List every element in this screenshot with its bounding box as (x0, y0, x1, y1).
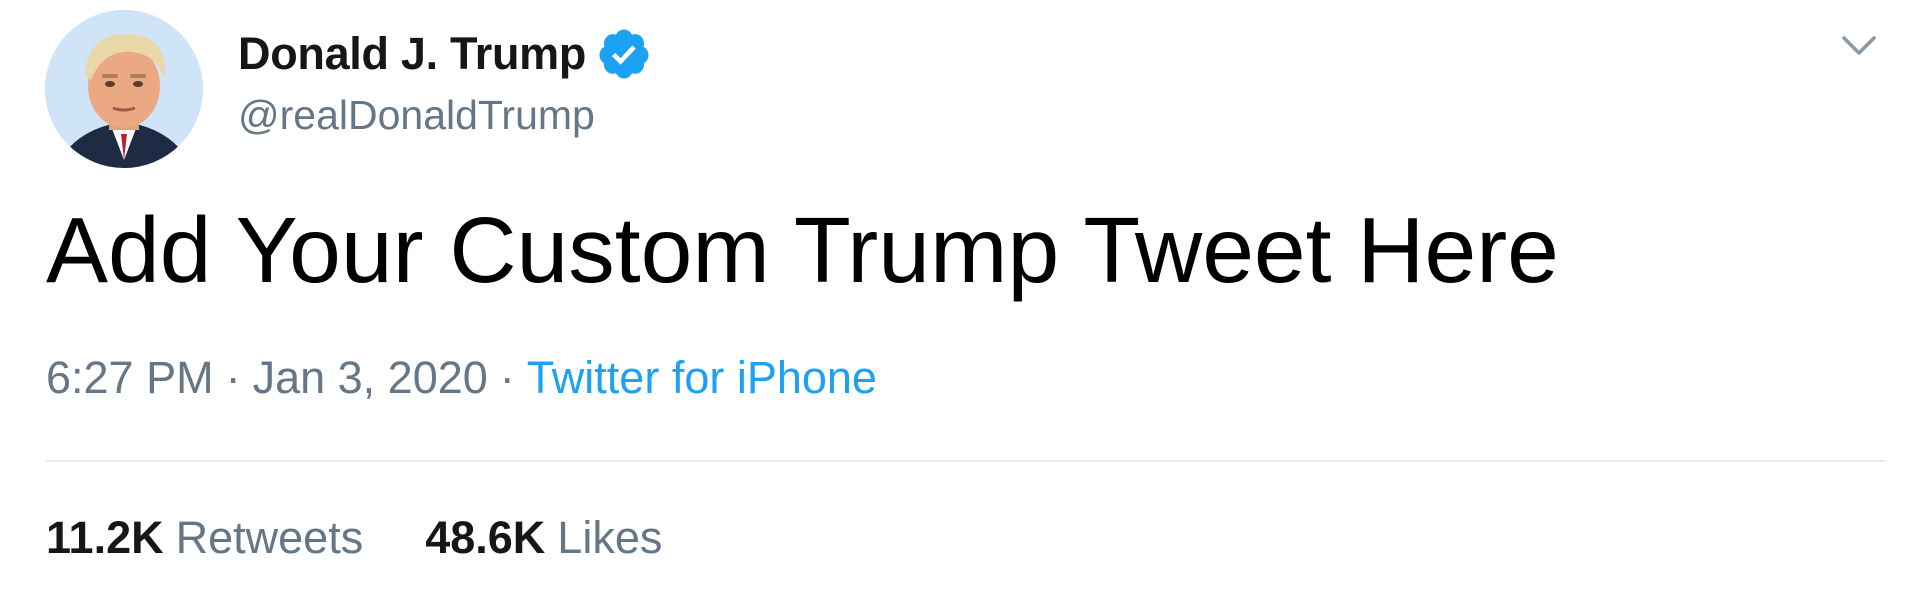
author-display-name[interactable]: Donald J. Trump (238, 28, 586, 80)
retweets-stat[interactable]: 11.2K Retweets (46, 512, 363, 564)
likes-label: Likes (557, 512, 663, 563)
tweet-date[interactable]: Jan 3, 2020 (253, 352, 488, 404)
author-name-row: Donald J. Trump (238, 26, 652, 82)
tweet-text: Add Your Custom Trump Tweet Here (46, 198, 1559, 302)
verified-badge-icon (596, 26, 652, 82)
retweets-count: 11.2K (46, 512, 164, 563)
likes-stat[interactable]: 48.6K Likes (425, 512, 662, 564)
avatar-image (45, 10, 203, 168)
tweet-meta: 6:27 PM · Jan 3, 2020 · Twitter for iPho… (46, 352, 877, 404)
meta-separator: · (225, 352, 241, 403)
tweet-stats: 11.2K Retweets 48.6K Likes (46, 512, 662, 564)
meta-separator: · (499, 352, 515, 403)
author-avatar[interactable] (45, 10, 203, 168)
retweets-label: Retweets (175, 512, 364, 563)
likes-count: 48.6K (425, 512, 546, 563)
tweet-time[interactable]: 6:27 PM (46, 352, 214, 404)
chevron-down-icon[interactable] (1836, 26, 1882, 66)
tweet-source-link[interactable]: Twitter for iPhone (527, 352, 877, 404)
tweet-card: Donald J. Trump @realDonaldTrump Add You… (0, 0, 1920, 613)
divider (46, 460, 1886, 462)
author-handle[interactable]: @realDonaldTrump (238, 92, 595, 139)
